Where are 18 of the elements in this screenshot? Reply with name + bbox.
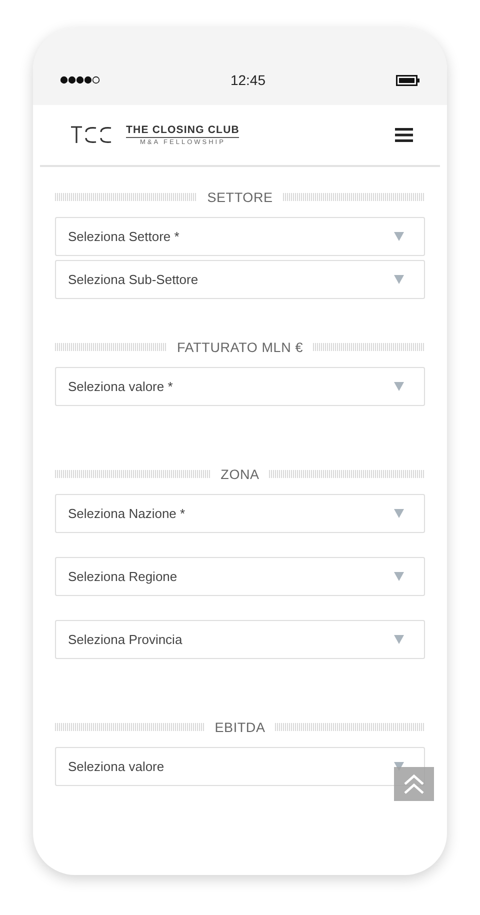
dropdown-field[interactable]: Seleziona Nazione * [55, 494, 425, 533]
dropdown-field[interactable]: Seleziona valore * [55, 367, 425, 406]
status-time: 12:45 [230, 72, 266, 88]
brand-name: THE CLOSING CLUB [126, 124, 240, 138]
dropdown-field[interactable]: Seleziona valore [55, 747, 425, 786]
signal-icon [60, 76, 100, 84]
section-title: FATTURATO MLN € [177, 340, 304, 354]
section-title: EBITDA [214, 720, 266, 734]
battery-icon [396, 74, 420, 86]
dropdown-field[interactable]: Seleziona Provincia [55, 620, 425, 659]
logo-mark-icon [70, 126, 112, 144]
dropdown-field[interactable]: Seleziona Regione [55, 557, 425, 596]
dropdown-field[interactable]: Seleziona Sub-Settore [55, 260, 425, 299]
dropdown-field[interactable]: Seleziona Settore * [55, 217, 425, 256]
section-title: ZONA [220, 466, 260, 482]
section-title: SETTORE [207, 190, 273, 204]
menu-icon[interactable] [395, 128, 413, 142]
double-chevron-up-icon [403, 773, 425, 795]
